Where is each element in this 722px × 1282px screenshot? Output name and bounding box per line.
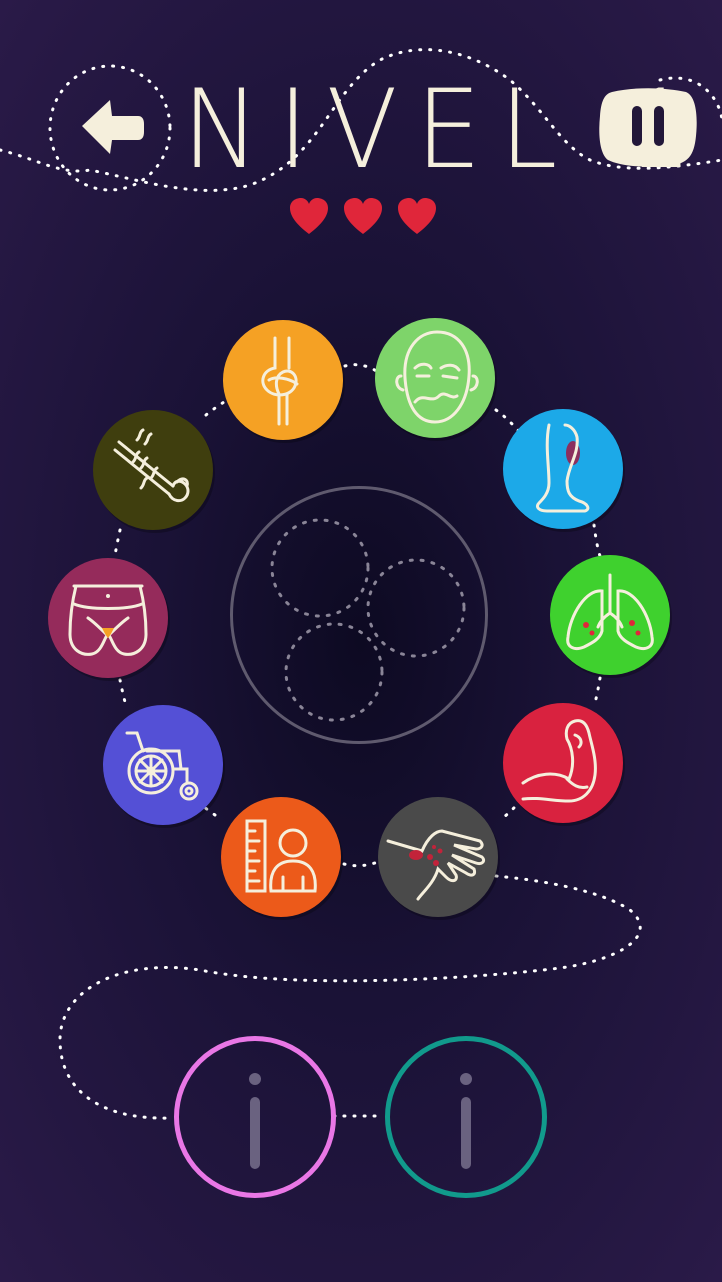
symptom-lungs[interactable] (550, 555, 670, 675)
symptom-wheelchair[interactable] (103, 705, 223, 825)
pause-icon (599, 88, 697, 167)
symptom-height-child[interactable] (221, 797, 341, 917)
symptom-pelvis[interactable] (48, 558, 168, 678)
heart-icon (344, 198, 382, 234)
wheelchair-icon (125, 731, 199, 801)
height-child-icon (245, 819, 317, 893)
itchy-arm-icon (113, 428, 190, 503)
level-title: NIVEL 1 (182, 64, 711, 194)
hand-spots-icon (386, 829, 486, 901)
symptom-hand-spots[interactable] (378, 797, 498, 917)
info-icon (249, 1073, 261, 1169)
back-button[interactable] (72, 88, 152, 168)
symptom-nausea[interactable] (375, 318, 495, 438)
symptom-leg-bruise[interactable] (503, 409, 623, 529)
lungs-icon (566, 573, 654, 651)
symptom-knot[interactable] (223, 320, 343, 440)
nauseous-face-icon (395, 330, 479, 424)
info-button-left[interactable] (174, 1036, 336, 1198)
symptom-itchy-arm[interactable] (93, 410, 213, 530)
symptom-arm-muscle[interactable] (503, 703, 623, 823)
left-arrow-icon (82, 100, 144, 154)
drop-zone[interactable] (230, 486, 488, 744)
info-button-right[interactable] (385, 1036, 547, 1198)
heart-icon (398, 198, 436, 234)
info-icon (460, 1073, 472, 1169)
pelvis-icon (68, 584, 148, 656)
pause-button[interactable] (598, 86, 698, 168)
lives-display (288, 196, 438, 244)
flexed-arm-icon (521, 719, 597, 803)
leg-bruise-icon (535, 423, 590, 513)
heart-icon (290, 198, 328, 234)
knot-icon (261, 336, 299, 426)
